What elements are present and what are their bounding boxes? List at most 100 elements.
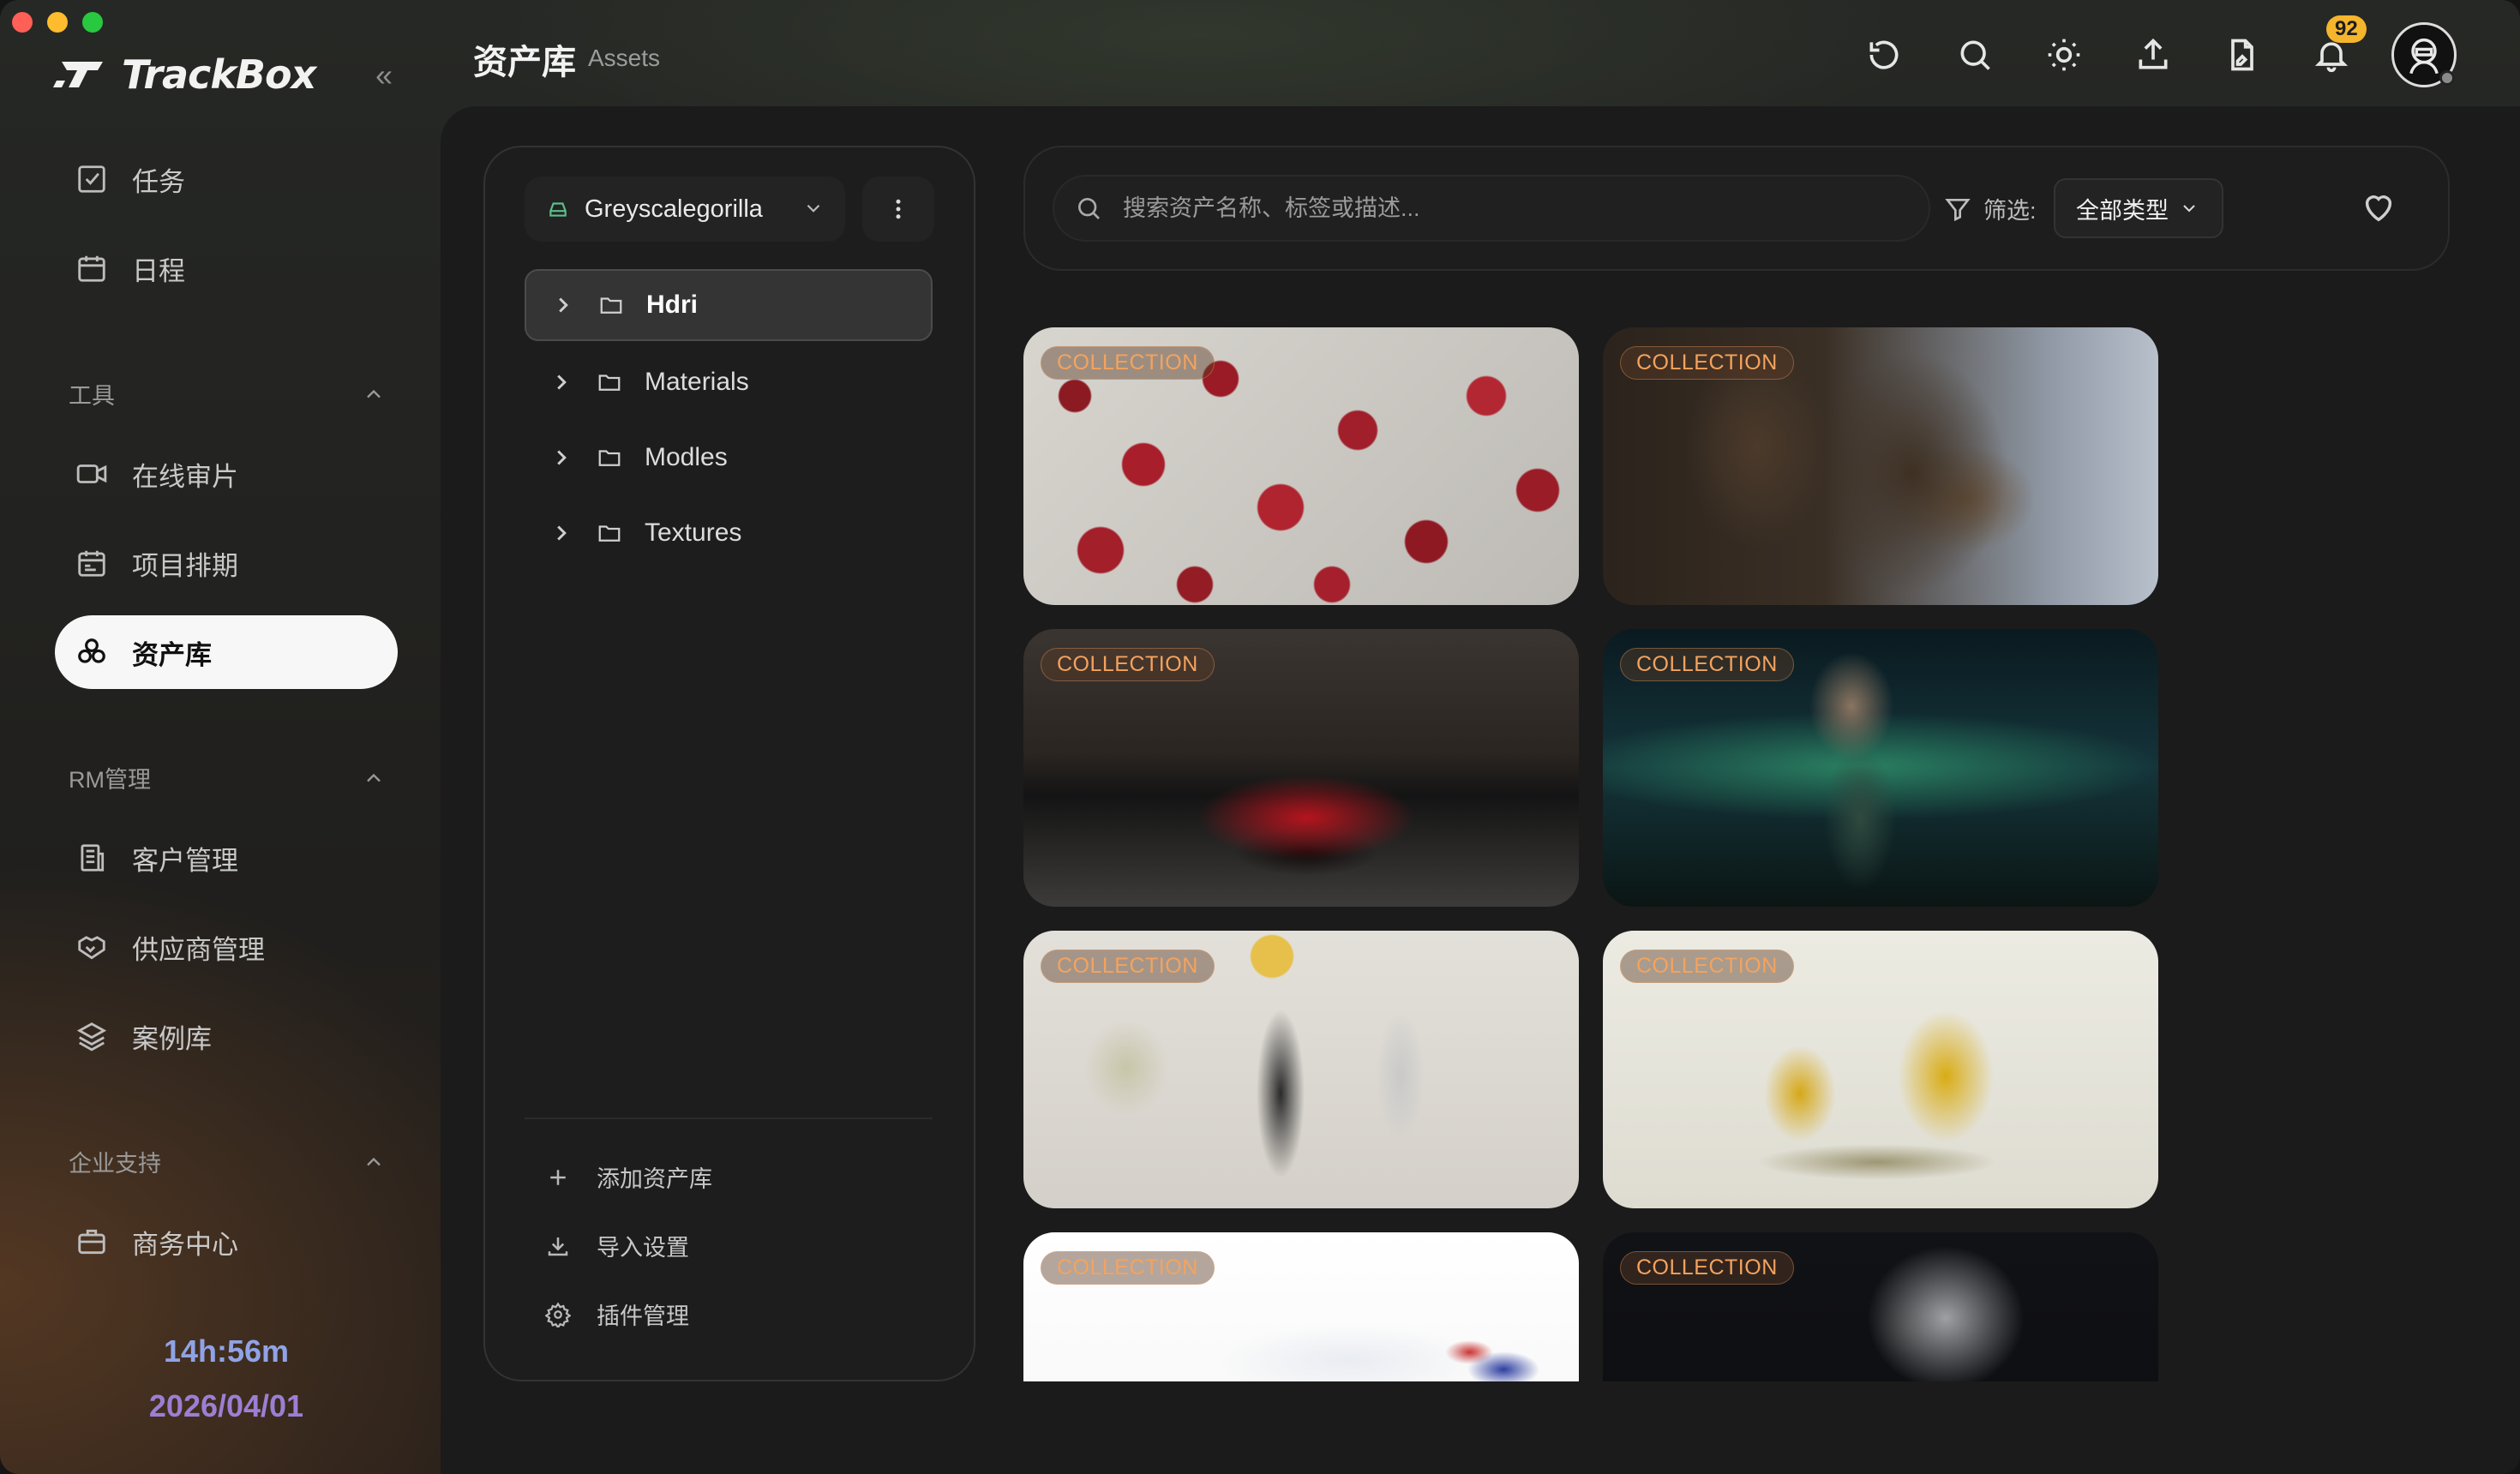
folder-icon (598, 450, 621, 466)
action-label: 添加资产库 (597, 1166, 712, 1192)
library-name: Greyscalegorilla (585, 195, 763, 223)
sidebar-item-label: 商务中心 (132, 1229, 238, 1260)
app-window: TrackBox « 任务 日程 工具 在线审片 项目排期 资产库 RM管理 客… (0, 0, 2520, 1474)
layers-icon (76, 1022, 107, 1052)
schedule-icon (78, 550, 105, 577)
brand-name: TrackBox (122, 51, 316, 98)
folder-icon (600, 297, 622, 314)
asset-card[interactable]: COLLECTION (1023, 931, 1579, 1208)
asset-card[interactable]: COLLECTION (1603, 629, 2158, 907)
folder-icon (598, 374, 621, 391)
folder-item-materials[interactable]: Materials (525, 346, 933, 418)
favorites-button[interactable] (2359, 187, 2398, 226)
asset-card[interactable]: COLLECTION (1023, 327, 1579, 605)
chevron-down-icon (2183, 205, 2195, 213)
asset-card[interactable]: COLLECTION (1023, 1232, 1579, 1381)
building-icon (81, 844, 105, 872)
astronaut-avatar-icon (2409, 38, 2439, 75)
section-header-tools[interactable]: 工具 (69, 377, 386, 410)
filter-icon (1945, 198, 1971, 221)
folder-item-hdri[interactable]: Hdri (525, 269, 933, 341)
asset-card[interactable]: COLLECTION (1603, 327, 2158, 605)
chevron-right-icon (557, 450, 567, 465)
close-window-button[interactable] (12, 12, 33, 33)
collection-tag: COLLECTION (1041, 950, 1215, 983)
asset-card[interactable]: COLLECTION (1603, 931, 2158, 1208)
sidebar-item-tasks[interactable]: 任务 (55, 142, 398, 216)
folder-icon (598, 525, 621, 542)
import-settings-button[interactable]: 导入设置 (545, 1229, 689, 1262)
download-icon (548, 1237, 568, 1255)
collection-tag: COLLECTION (1041, 648, 1215, 681)
refresh-icon[interactable] (1865, 36, 1903, 74)
folder-label: Modles (645, 443, 728, 471)
more-vertical-icon (896, 199, 901, 219)
search-input[interactable] (1123, 195, 1894, 222)
folder-label: Hdri (646, 291, 698, 319)
sidebar-item-label: 项目排期 (132, 550, 238, 581)
divider (525, 1117, 933, 1119)
upload-icon[interactable] (2134, 36, 2172, 74)
sidebar-item-assets[interactable]: 资产库 (55, 615, 398, 689)
chevron-up-icon (367, 1157, 381, 1165)
sidebar-item-schedule[interactable]: 日程 (55, 231, 398, 305)
plus-icon (550, 1169, 566, 1185)
collection-tag: COLLECTION (1041, 1251, 1215, 1285)
filter-label: 筛选: (1944, 192, 2037, 225)
section-header-rm[interactable]: RM管理 (69, 761, 386, 794)
plugin-management-button[interactable]: 插件管理 (545, 1297, 689, 1331)
trackbox-logo-icon (53, 62, 103, 87)
section-header-enterprise[interactable]: 企业支持 (69, 1145, 386, 1178)
sidebar-item-label: 任务 (132, 166, 185, 197)
section-label: 工具 (69, 383, 115, 409)
search-icon[interactable] (1956, 36, 1994, 74)
library-selector[interactable]: Greyscalegorilla (525, 177, 845, 242)
chevron-right-icon (557, 374, 567, 390)
briefcase-icon (78, 1229, 105, 1255)
video-camera-icon (76, 464, 107, 483)
chevron-up-icon (367, 773, 381, 782)
add-library-button[interactable]: 添加资产库 (545, 1160, 712, 1194)
collection-tag: COLLECTION (1620, 950, 1794, 983)
file-sign-icon[interactable] (2223, 36, 2261, 74)
sidebar-item-customers[interactable]: 客户管理 (55, 821, 398, 895)
sidebar-item-online-review[interactable]: 在线审片 (55, 437, 398, 511)
collection-tag: COLLECTION (1620, 648, 1794, 681)
section-label: RM管理 (69, 767, 151, 793)
sidebar-item-cases[interactable]: 案例库 (55, 999, 398, 1073)
library-more-button[interactable] (862, 177, 934, 242)
sidebar-item-label: 在线审片 (132, 461, 238, 492)
assets-icon (78, 638, 105, 663)
collection-tag: COLLECTION (1041, 346, 1215, 380)
minimize-window-button[interactable] (47, 12, 68, 33)
sun-icon[interactable] (2045, 36, 2083, 74)
search-box[interactable] (1053, 175, 1930, 242)
asset-card[interactable]: COLLECTION (1603, 1232, 2158, 1381)
chevron-up-icon (367, 389, 381, 398)
section-label: 企业支持 (69, 1151, 161, 1177)
zoom-window-button[interactable] (82, 12, 103, 33)
brand: TrackBox (53, 51, 316, 98)
page-subtitle: Assets (588, 45, 661, 71)
action-label: 插件管理 (597, 1303, 689, 1329)
collection-tag: COLLECTION (1620, 1251, 1794, 1285)
type-filter-select[interactable]: 全部类型 (2054, 178, 2223, 238)
task-check-icon (78, 165, 105, 193)
work-timer: 14h:56m (163, 1333, 290, 1369)
sidebar-item-label: 案例库 (132, 1023, 212, 1054)
chevron-down-icon (807, 204, 820, 213)
sidebar-item-suppliers[interactable]: 供应商管理 (55, 910, 398, 984)
asset-card[interactable]: COLLECTION (1023, 629, 1579, 907)
notification-badge: 92 (2326, 15, 2367, 43)
page-title: 资产库 (473, 44, 576, 81)
asset-gallery: COLLECTION COLLECTION COLLECTION COLLECT… (1023, 327, 2463, 1381)
sidebar-item-business-center[interactable]: 商务中心 (55, 1205, 398, 1279)
drive-icon (549, 202, 567, 217)
heart-icon (2365, 195, 2392, 222)
filter-text: 筛选: (1983, 198, 2037, 224)
collapse-sidebar-icon[interactable]: « (369, 60, 399, 93)
folder-item-textures[interactable]: Textures (525, 497, 933, 569)
sidebar-item-label: 客户管理 (132, 845, 238, 876)
sidebar-item-project-schedule[interactable]: 项目排期 (55, 526, 398, 600)
folder-item-modles[interactable]: Modles (525, 422, 933, 494)
